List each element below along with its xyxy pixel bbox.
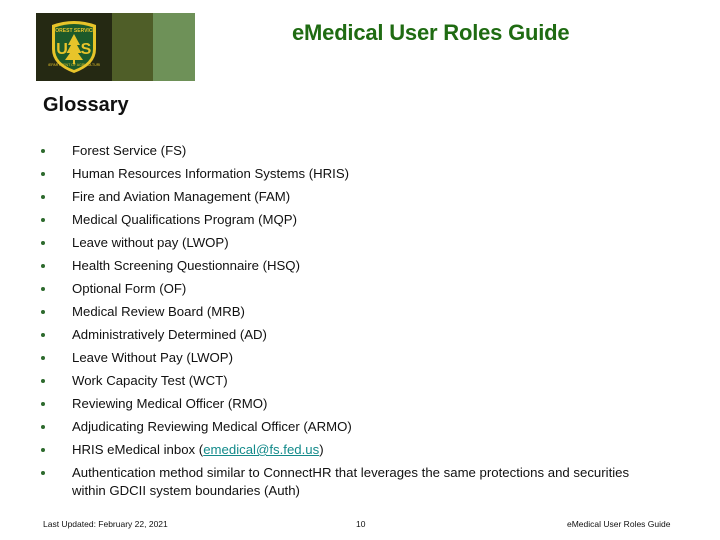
email-link[interactable]: emedical@fs.fed.us [203, 442, 319, 457]
bullet-icon [41, 356, 45, 360]
glossary-item-text: Fire and Aviation Management (FAM) [72, 189, 291, 204]
glossary-item: Fire and Aviation Management (FAM) [40, 185, 660, 208]
bullet-icon [41, 241, 45, 245]
bullet-icon [41, 471, 45, 475]
svg-text:U: U [56, 41, 68, 58]
glossary-item: Leave without pay (LWOP) [40, 231, 660, 254]
glossary-item-text: Adjudicating Reviewing Medical Officer (… [72, 419, 352, 434]
glossary-item-text: Optional Form (OF) [72, 281, 187, 296]
glossary-item: Administratively Determined (AD) [40, 323, 660, 346]
glossary-item: Adjudicating Reviewing Medical Officer (… [40, 415, 660, 438]
bullet-icon [41, 149, 45, 153]
glossary-item-suffix: ) [319, 442, 324, 457]
banner-block-mid [112, 13, 153, 81]
glossary-item-text: Medical Review Board (MRB) [72, 304, 245, 319]
glossary-item: Forest Service (FS) [40, 139, 660, 162]
footer-last-updated: Last Updated: February 22, 2021 [43, 519, 168, 529]
glossary-item-text: Administratively Determined (AD) [72, 327, 267, 342]
glossary-item: Health Screening Questionnaire (HSQ) [40, 254, 660, 277]
glossary-item-text: Forest Service (FS) [72, 143, 187, 158]
logo-text-bottom: DEPARTMENT OF AGRICULTURE [48, 63, 100, 67]
logo-block: FOREST SERVICE U S DEPARTMENT OF AGRICUL… [36, 13, 112, 81]
bullet-icon [41, 333, 45, 337]
glossary-item: Human Resources Information Systems (HRI… [40, 162, 660, 185]
footer-page-number: 10 [356, 519, 366, 529]
glossary-item-text: Medical Qualifications Program (MQP) [72, 212, 297, 227]
bullet-icon [41, 218, 45, 222]
glossary-item-text: Health Screening Questionnaire (HSQ) [72, 258, 300, 273]
glossary-item: Leave Without Pay (LWOP) [40, 346, 660, 369]
glossary-item: Medical Qualifications Program (MQP) [40, 208, 660, 231]
bullet-icon [41, 264, 45, 268]
glossary-item: Authentication method similar to Connect… [40, 461, 660, 500]
glossary-item-text: Authentication method similar to Connect… [72, 465, 630, 498]
bullet-icon [41, 448, 45, 452]
glossary-item-prefix: HRIS eMedical inbox ( [72, 442, 204, 457]
section-heading: Glossary [43, 94, 129, 116]
banner-block-light [153, 13, 195, 81]
glossary-item: Reviewing Medical Officer (RMO) [40, 392, 660, 415]
glossary-item: Medical Review Board (MRB) [40, 300, 660, 323]
footer-doc-title: eMedical User Roles Guide [567, 519, 671, 529]
bullet-icon [41, 195, 45, 199]
bullet-icon [41, 287, 45, 291]
logo-text-top: FOREST SERVICE [52, 28, 96, 34]
bullet-icon [41, 172, 45, 176]
bullet-icon [41, 402, 45, 406]
glossary-item-text: Leave Without Pay (LWOP) [72, 350, 233, 365]
bullet-icon [41, 425, 45, 429]
glossary-item: HRIS eMedical inbox (emedical@fs.fed.us) [40, 438, 660, 461]
bullet-icon [41, 379, 45, 383]
header-banner: FOREST SERVICE U S DEPARTMENT OF AGRICUL… [36, 13, 195, 81]
bullet-icon [41, 310, 45, 314]
glossary-item: Optional Form (OF) [40, 277, 660, 300]
glossary-list: Forest Service (FS) Human Resources Info… [40, 139, 660, 500]
glossary-item-text: Human Resources Information Systems (HRI… [72, 166, 350, 181]
page-title: eMedical User Roles Guide [292, 20, 570, 45]
forest-service-shield-icon: FOREST SERVICE U S DEPARTMENT OF AGRICUL… [48, 21, 100, 73]
glossary-item-text: Work Capacity Test (WCT) [72, 373, 228, 388]
svg-text:S: S [81, 41, 92, 58]
glossary-item-text: Leave without pay (LWOP) [72, 235, 229, 250]
glossary-item: Work Capacity Test (WCT) [40, 369, 660, 392]
glossary-item-text: Reviewing Medical Officer (RMO) [72, 396, 268, 411]
